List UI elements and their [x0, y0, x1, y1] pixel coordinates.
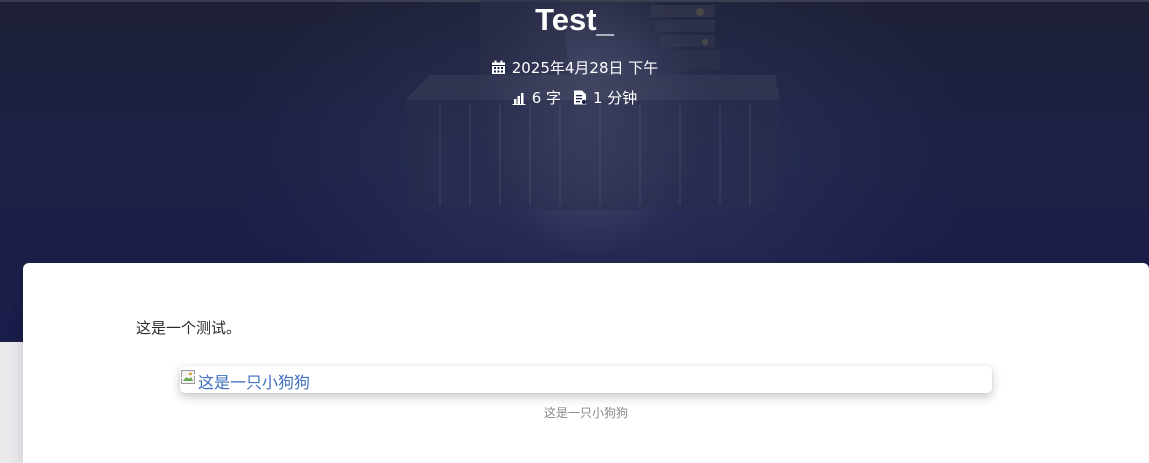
typing-cursor: _ [596, 2, 614, 37]
document-icon [574, 90, 587, 105]
post-date: 2025年4月28日 下午 [0, 58, 1149, 78]
broken-image-icon [180, 370, 196, 384]
post-date-text: 2025年4月28日 下午 [511, 59, 659, 77]
image-caption: 这是一只小狗狗 [543, 406, 628, 420]
calendar-icon [491, 60, 505, 74]
post-paragraph: 这是一个测试。 [136, 319, 242, 337]
post-content-card: 这是一个测试。 这是一只小狗狗 这是一只小狗狗 [23, 263, 1149, 463]
post-image[interactable]: 这是一只小狗狗 [180, 366, 992, 393]
post-title: Test_ [0, 0, 1149, 40]
read-time: 1 分钟 [593, 89, 638, 107]
word-count: 6 字 [531, 89, 561, 107]
post-stats: 6 字 1 分钟 [0, 88, 1149, 108]
bar-chart-icon [512, 93, 526, 105]
post-title-text: Test [535, 2, 597, 37]
image-alt-text: 这是一只小狗狗 [198, 373, 311, 392]
